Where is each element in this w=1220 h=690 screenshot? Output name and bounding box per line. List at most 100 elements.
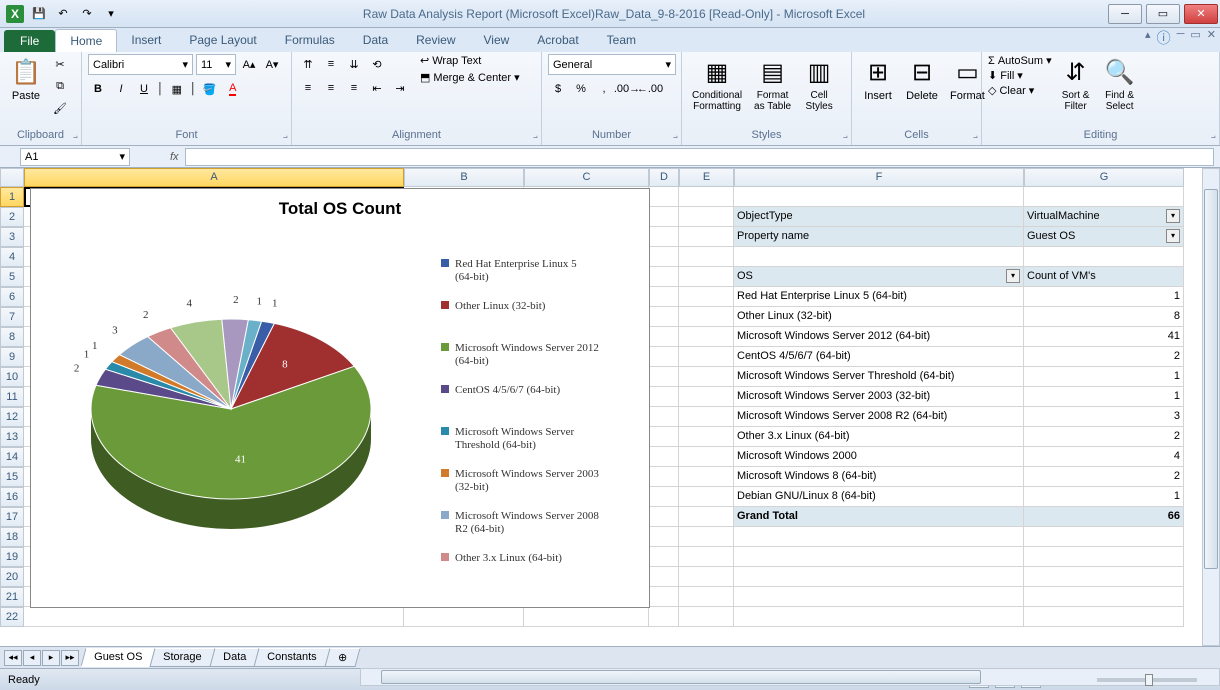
cell-F22[interactable] — [734, 607, 1024, 627]
cell-F21[interactable] — [734, 587, 1024, 607]
row-header-7[interactable]: 7 — [0, 307, 24, 327]
decrease-indent-icon[interactable]: ⇤ — [367, 78, 387, 98]
save-icon[interactable]: 💾 — [28, 3, 50, 25]
tab-insert[interactable]: Insert — [117, 29, 175, 52]
cell-E3[interactable] — [679, 227, 734, 247]
row-header-9[interactable]: 9 — [0, 347, 24, 367]
sheet-nav-prev-icon[interactable]: ◂ — [23, 650, 41, 666]
file-tab[interactable]: File — [4, 30, 55, 52]
cell-G15[interactable]: 2 — [1024, 467, 1184, 487]
cell-F11[interactable]: Microsoft Windows Server 2003 (32-bit) — [734, 387, 1024, 407]
column-header-F[interactable]: F — [734, 168, 1024, 187]
cell-F13[interactable]: Other 3.x Linux (64-bit) — [734, 427, 1024, 447]
cell-G22[interactable] — [1024, 607, 1184, 627]
cell-D19[interactable] — [649, 547, 679, 567]
row-header-6[interactable]: 6 — [0, 287, 24, 307]
cell-F16[interactable]: Debian GNU/Linux 8 (64-bit) — [734, 487, 1024, 507]
cell-E5[interactable] — [679, 267, 734, 287]
cell-D3[interactable] — [649, 227, 679, 247]
row-header-21[interactable]: 21 — [0, 587, 24, 607]
select-all-button[interactable] — [0, 168, 24, 187]
undo-icon[interactable]: ↶ — [52, 3, 74, 25]
cell-G14[interactable]: 4 — [1024, 447, 1184, 467]
doc-restore-icon[interactable]: ▭ — [1190, 28, 1200, 41]
format-painter-icon[interactable]: 🖌 — [50, 98, 70, 118]
column-header-G[interactable]: G — [1024, 168, 1184, 187]
cell-E19[interactable] — [679, 547, 734, 567]
cell-E1[interactable] — [679, 187, 734, 207]
cell-E17[interactable] — [679, 507, 734, 527]
font-size-combo[interactable]: 11▾ — [196, 54, 236, 75]
cell-E9[interactable] — [679, 347, 734, 367]
cell-E15[interactable] — [679, 467, 734, 487]
cell-G17[interactable]: 66 — [1024, 507, 1184, 527]
cell-styles-button[interactable]: ▥Cell Styles — [799, 54, 839, 114]
fill-color-icon[interactable]: 🪣 — [200, 79, 220, 99]
tab-formulas[interactable]: Formulas — [271, 29, 349, 52]
row-header-5[interactable]: 5 — [0, 267, 24, 287]
cell-E13[interactable] — [679, 427, 734, 447]
formula-bar[interactable] — [185, 148, 1214, 166]
cell-D2[interactable] — [649, 207, 679, 227]
cell-D4[interactable] — [649, 247, 679, 267]
tab-review[interactable]: Review — [402, 29, 469, 52]
cell-D14[interactable] — [649, 447, 679, 467]
cell-F3[interactable]: Property name — [734, 227, 1024, 247]
cell-G18[interactable] — [1024, 527, 1184, 547]
row-header-3[interactable]: 3 — [0, 227, 24, 247]
cell-F5[interactable]: OS▾ — [734, 267, 1024, 287]
cell-D17[interactable] — [649, 507, 679, 527]
cell-G10[interactable]: 1 — [1024, 367, 1184, 387]
sheet-tab-data[interactable]: Data — [209, 648, 259, 667]
cell-D6[interactable] — [649, 287, 679, 307]
name-box[interactable]: A1▾ — [20, 148, 130, 166]
wrap-text-button[interactable]: ↩ Wrap Text — [420, 54, 520, 67]
cell-G21[interactable] — [1024, 587, 1184, 607]
shrink-font-icon[interactable]: A▾ — [262, 55, 282, 75]
cut-icon[interactable]: ✂ — [50, 54, 70, 74]
cell-F18[interactable] — [734, 527, 1024, 547]
autosum-button[interactable]: Σ AutoSum ▾ — [988, 54, 1052, 67]
column-header-C[interactable]: C — [524, 168, 649, 187]
sheet-tab-storage[interactable]: Storage — [150, 648, 216, 667]
cell-G9[interactable]: 2 — [1024, 347, 1184, 367]
cell-G11[interactable]: 1 — [1024, 387, 1184, 407]
cell-E10[interactable] — [679, 367, 734, 387]
cell-F10[interactable]: Microsoft Windows Server Threshold (64-b… — [734, 367, 1024, 387]
help-icon[interactable]: ⓘ — [1157, 28, 1171, 48]
row-header-10[interactable]: 10 — [0, 367, 24, 387]
cell-G5[interactable]: Count of VM's — [1024, 267, 1184, 287]
font-name-combo[interactable]: Calibri▾ — [88, 54, 193, 75]
cell-F2[interactable]: ObjectType — [734, 207, 1024, 227]
filter-dropdown-icon[interactable]: ▾ — [1166, 209, 1180, 223]
column-header-A[interactable]: A — [24, 168, 404, 187]
cell-F1[interactable] — [734, 187, 1024, 207]
redo-icon[interactable]: ↷ — [76, 3, 98, 25]
cell-E7[interactable] — [679, 307, 734, 327]
cell-E18[interactable] — [679, 527, 734, 547]
tab-page-layout[interactable]: Page Layout — [175, 29, 270, 52]
copy-icon[interactable]: ⧉ — [50, 76, 70, 96]
row-header-15[interactable]: 15 — [0, 467, 24, 487]
cell-G13[interactable]: 2 — [1024, 427, 1184, 447]
new-sheet-button[interactable]: ⊕ — [324, 648, 360, 667]
cell-D22[interactable] — [649, 607, 679, 627]
number-format-combo[interactable]: General▾ — [548, 54, 676, 75]
filter-dropdown-icon[interactable]: ▾ — [1166, 229, 1180, 243]
cell-G16[interactable]: 1 — [1024, 487, 1184, 507]
cell-D21[interactable] — [649, 587, 679, 607]
align-bottom-icon[interactable]: ⇊ — [344, 54, 364, 74]
cell-F15[interactable]: Microsoft Windows 8 (64-bit) — [734, 467, 1024, 487]
row-header-8[interactable]: 8 — [0, 327, 24, 347]
cell-D20[interactable] — [649, 567, 679, 587]
minimize-ribbon-icon[interactable]: ▴ — [1145, 28, 1151, 41]
row-header-14[interactable]: 14 — [0, 447, 24, 467]
worksheet-grid[interactable]: ABCDEFG 12345678910111213141516171819202… — [0, 168, 1220, 646]
conditional-formatting-button[interactable]: ▦Conditional Formatting — [688, 54, 746, 114]
row-header-16[interactable]: 16 — [0, 487, 24, 507]
merge-center-button[interactable]: ⬒ Merge & Center ▾ — [420, 71, 520, 84]
vertical-scrollbar[interactable] — [1202, 168, 1220, 646]
find-select-button[interactable]: 🔍Find & Select — [1100, 54, 1140, 114]
sheet-nav-next-icon[interactable]: ▸ — [42, 650, 60, 666]
cell-G7[interactable]: 8 — [1024, 307, 1184, 327]
